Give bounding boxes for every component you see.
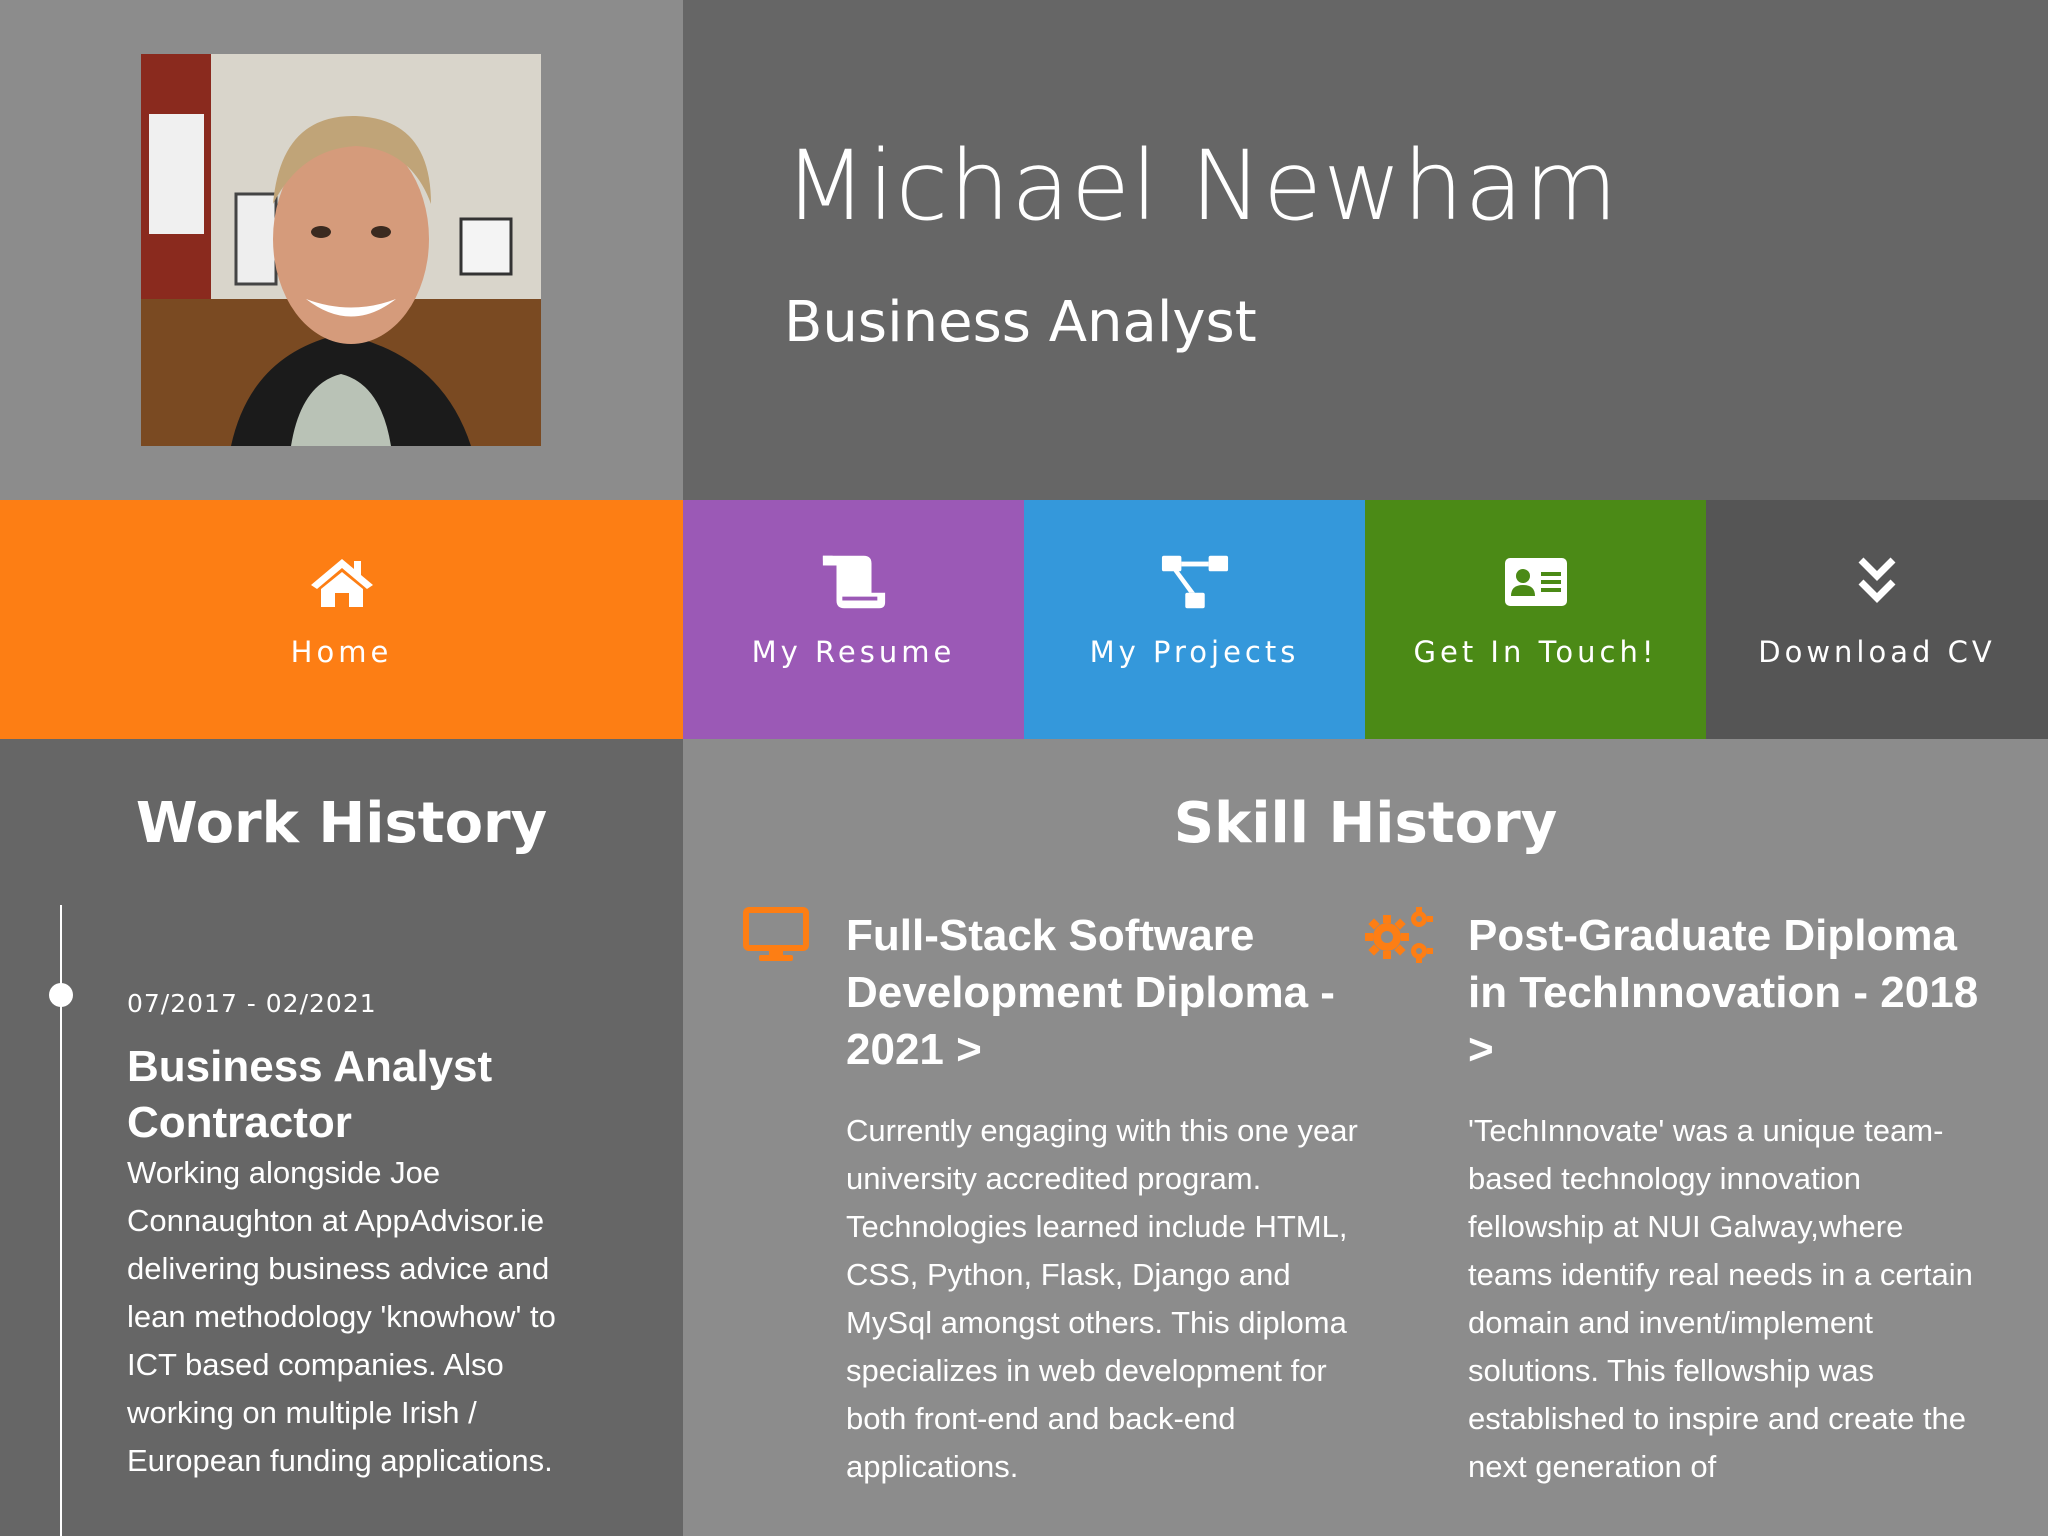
nav-home[interactable]: Home bbox=[0, 500, 683, 739]
job-title: Business Analyst Contractor bbox=[127, 1042, 493, 1147]
nav-contact[interactable]: Get In Touch! bbox=[1365, 500, 1706, 739]
nav-projects-label: My Projects bbox=[1089, 635, 1300, 669]
id-card-icon bbox=[1501, 552, 1571, 612]
skill-history-section: Skill History Full-Stack Software Develo… bbox=[683, 739, 2048, 1536]
nav-contact-label: Get In Touch! bbox=[1413, 635, 1658, 669]
nav-resume[interactable]: My Resume bbox=[683, 500, 1024, 739]
double-chevron-down-icon bbox=[1842, 552, 1912, 612]
skill-description: Currently engaging with this one year un… bbox=[846, 1113, 1358, 1484]
skill-title-link[interactable]: Post-Graduate Diploma in TechInnovation … bbox=[1468, 907, 1988, 1078]
scroll-icon bbox=[819, 552, 889, 612]
nav-download-cv[interactable]: Download CV bbox=[1706, 500, 2048, 739]
header-title-panel: Michael Newham Business Analyst bbox=[683, 0, 2048, 500]
main-nav: Home My Resume My Projects Get In Touch!… bbox=[0, 500, 2048, 739]
timeline-dot bbox=[49, 983, 73, 1007]
home-icon bbox=[307, 552, 377, 612]
project-diagram-icon bbox=[1160, 552, 1230, 612]
nav-resume-label: My Resume bbox=[751, 635, 956, 669]
desktop-icon bbox=[743, 907, 809, 967]
work-history-title: Work History bbox=[135, 791, 548, 856]
nav-projects[interactable]: My Projects bbox=[1024, 500, 1365, 739]
job-date: 07/2017 - 02/2021 bbox=[127, 989, 377, 1018]
job-description: Working alongside Joe Connaughton at App… bbox=[127, 1155, 556, 1478]
cogs-icon bbox=[1365, 907, 1433, 967]
skill-description: 'TechInnovate' was a unique team-based t… bbox=[1468, 1113, 1973, 1484]
nav-download-cv-label: Download CV bbox=[1758, 635, 1996, 669]
nav-home-label: Home bbox=[290, 635, 393, 669]
skill-title-link[interactable]: Full-Stack Software Development Diploma … bbox=[846, 907, 1366, 1078]
profile-photo bbox=[141, 54, 541, 446]
header-photo-panel bbox=[0, 0, 683, 500]
profile-role: Business Analyst bbox=[784, 290, 1257, 355]
skill-history-title: Skill History bbox=[1173, 791, 1558, 856]
work-history-section: Work History 07/2017 - 02/2021 Business … bbox=[0, 739, 683, 1536]
profile-name: Michael Newham bbox=[784, 130, 1619, 242]
